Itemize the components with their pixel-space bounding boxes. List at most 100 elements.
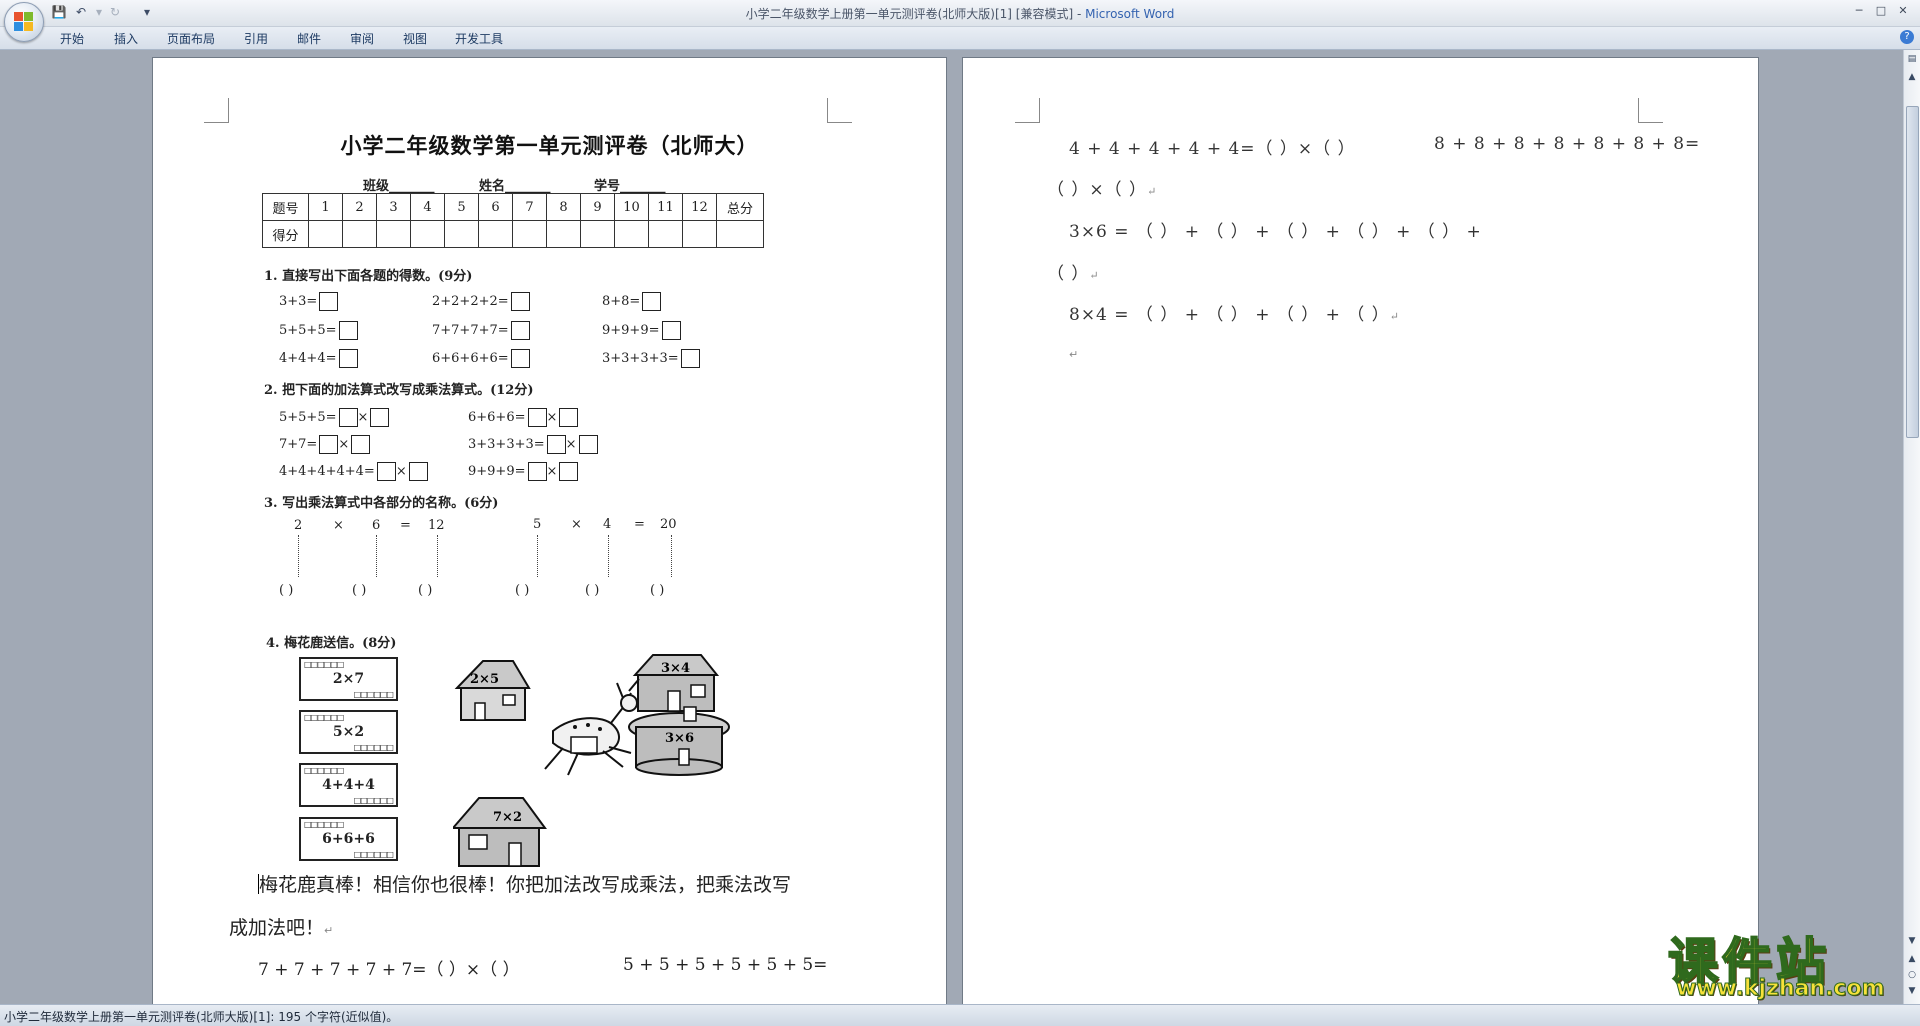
- q2-item: 5+5+5= ×: [279, 408, 390, 427]
- q2-expression: 5+5+5=: [279, 410, 337, 425]
- maximize-icon[interactable]: □: [1870, 4, 1892, 17]
- answer-box: [338, 321, 358, 340]
- tab-references[interactable]: 引用: [244, 30, 268, 47]
- tab-developer[interactable]: 开发工具: [455, 30, 503, 47]
- envelope: □□□□□□ 4+4+4 □□□□□□: [299, 763, 398, 807]
- ruler-toggle-icon[interactable]: ▤: [1905, 52, 1919, 66]
- vertical-scrollbar[interactable]: ▤ ▲ ▼ ▲ ○ ▼: [1903, 50, 1920, 1004]
- answer-box: [559, 462, 579, 481]
- ribbon-tab-bar: 开始 插入 页面布局 引用 邮件 审阅 视图 开发工具 ?: [0, 27, 1920, 50]
- answer-blank: ( ): [418, 583, 433, 598]
- table-cell: 5: [444, 193, 479, 221]
- q2-item: 3+3+3+3= ×: [468, 435, 598, 454]
- equation-term: 20: [660, 517, 677, 532]
- equation-term: =: [634, 517, 645, 532]
- tab-view[interactable]: 视图: [403, 30, 427, 47]
- crop-mark: [1638, 98, 1663, 123]
- question-4-title: 4. 梅花鹿送信。(8分): [266, 636, 397, 651]
- table-cell: 10: [614, 193, 649, 221]
- tab-page-layout[interactable]: 页面布局: [167, 30, 215, 47]
- answer-blank: ( ): [585, 583, 600, 598]
- next-page-icon[interactable]: ▼: [1905, 984, 1919, 998]
- class-field: 班级_______: [363, 179, 435, 194]
- q1-expression: 9+9+9=: [602, 323, 660, 338]
- stamp-marks: □□□□□□: [353, 796, 394, 805]
- q1-expression: 8+8=: [602, 294, 641, 309]
- paragraph-text: 梅花鹿真棒！相信你也很棒！你把加法改写成乘法，把乘法改写: [259, 874, 792, 896]
- equation-line: 4 + 4 + 4 + 4 + 4=（ ）×（ ）: [1069, 139, 1356, 159]
- scroll-thumb[interactable]: [1906, 106, 1919, 438]
- stamp-marks: □□□□□□: [353, 690, 394, 699]
- tab-insert[interactable]: 插入: [114, 30, 138, 47]
- status-bar: 小学二年级数学上册第一单元测评卷(北师大版)[1]: 195 个字符(近似值)。: [0, 1004, 1920, 1026]
- table-cell: [478, 220, 513, 248]
- q1-expression: 2+2+2+2=: [432, 294, 509, 309]
- equation-line: 8×4 = （ ） + （ ） + （ ） + （ ）↵: [1069, 300, 1400, 325]
- score-table: 题号 1 2 3 4 5 6 7 8 9 10 11 12 总分 得分: [262, 193, 764, 248]
- equation-line: 8 + 8 + 8 + 8 + 8 + 8 + 8=: [1434, 134, 1701, 154]
- answer-box: [510, 292, 530, 311]
- equation-line: 5 + 5 + 5 + 5 + 5 + 5=: [623, 955, 828, 975]
- envelope-label: 5×2: [332, 724, 365, 740]
- table-cell: [512, 220, 547, 248]
- answer-box: [578, 435, 598, 454]
- q1-item: 9+9+9=: [602, 321, 681, 340]
- close-icon[interactable]: ✕: [1892, 4, 1914, 17]
- table-cell: 7: [512, 193, 547, 221]
- scroll-up-icon[interactable]: ▲: [1905, 70, 1919, 84]
- equation-term: ×: [333, 518, 344, 533]
- table-cell: [410, 220, 445, 248]
- title-separator: -: [1073, 7, 1086, 21]
- equation-text: （ ）: [1047, 264, 1090, 284]
- office-button[interactable]: [4, 2, 44, 42]
- answer-box: [527, 462, 547, 481]
- app-name: Microsoft Word: [1085, 7, 1175, 21]
- q1-expression: 7+7+7+7=: [432, 323, 509, 338]
- table-cell: 2: [342, 193, 377, 221]
- q1-item: 8+8=: [602, 292, 662, 311]
- equation-line: 7 + 7 + 7 + 7 + 7=（ ）×（ ）: [258, 960, 520, 980]
- table-row: 得分: [262, 220, 764, 248]
- table-cell: 得分: [262, 220, 309, 248]
- house-label: 3×6: [665, 731, 694, 746]
- table-cell: [614, 220, 649, 248]
- table-cell: 11: [648, 193, 683, 221]
- paragraph-line: 梅花鹿真棒！相信你也很棒！你把加法改写成乘法，把乘法改写: [258, 870, 791, 897]
- minimize-icon[interactable]: ─: [1848, 4, 1870, 17]
- window-controls: ─ □ ✕: [1848, 3, 1914, 17]
- tab-mailings[interactable]: 邮件: [297, 30, 321, 47]
- table-cell: [342, 220, 377, 248]
- q1-item: 3+3=: [279, 292, 339, 311]
- document-workspace: 小学二年级数学第一单元测评卷（北师大） 班级_______ 姓名_______ …: [0, 50, 1904, 1004]
- stamp-marks: □□□□□□: [304, 713, 344, 722]
- q2-expression: 4+4+4+4+4=: [279, 464, 375, 479]
- stamp-marks: □□□□□□: [304, 766, 344, 775]
- table-cell: 6: [478, 193, 513, 221]
- stamp-marks: □□□□□□: [353, 850, 394, 859]
- envelope-label: 4+4+4: [322, 777, 375, 793]
- answer-blank: ( ): [515, 583, 530, 598]
- answer-box: [338, 349, 358, 368]
- browse-object-icon[interactable]: ○: [1905, 968, 1919, 982]
- scroll-down-icon[interactable]: ▼: [1905, 934, 1919, 948]
- table-cell: [308, 220, 343, 248]
- student-number-field: 学号_______: [594, 179, 666, 194]
- previous-page-icon[interactable]: ▲: [1905, 952, 1919, 966]
- times-sign: ×: [395, 464, 407, 479]
- document-title: 小学二年级数学上册第一单元测评卷(北师大版)[1] [兼容模式]: [745, 7, 1074, 21]
- page-1[interactable]: 小学二年级数学第一单元测评卷（北师大） 班级_______ 姓名_______ …: [152, 57, 947, 1004]
- house-icon: [453, 797, 547, 867]
- envelope-label: 6+6+6: [322, 831, 375, 847]
- dotted-connector: [298, 535, 299, 577]
- table-cell: [648, 220, 683, 248]
- paragraph-mark-icon: ↵: [1389, 310, 1400, 323]
- q1-item: 5+5+5=: [279, 321, 358, 340]
- tab-review[interactable]: 审阅: [350, 30, 374, 47]
- dotted-connector: [608, 535, 609, 577]
- q1-item: 2+2+2+2=: [432, 292, 530, 311]
- page-2[interactable]: 4 + 4 + 4 + 4 + 4=（ ）×（ ） 8 + 8 + 8 + 8 …: [962, 57, 1759, 1004]
- answer-box: [376, 462, 396, 481]
- table-cell: 12: [682, 193, 717, 221]
- tab-home[interactable]: 开始: [60, 30, 84, 47]
- help-icon[interactable]: ?: [1900, 30, 1914, 44]
